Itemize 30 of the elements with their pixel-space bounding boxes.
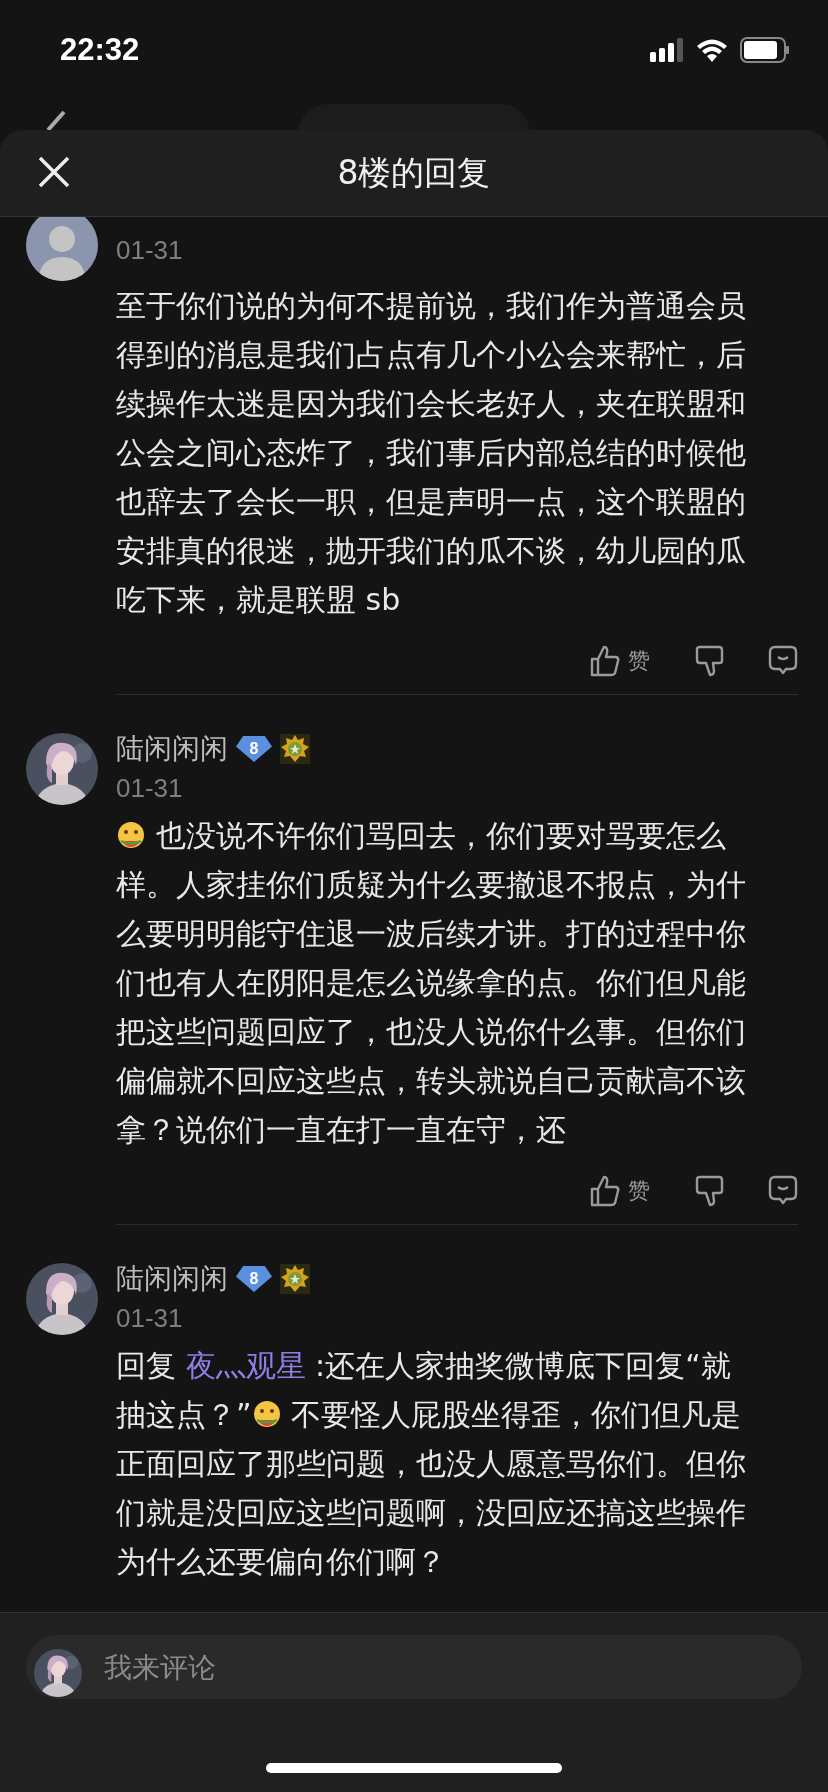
user-name[interactable]: 陆闲闲闲 [116,730,228,768]
dislike-button[interactable] [694,1175,724,1207]
medal-icon [280,1264,310,1294]
back-icon [44,110,68,130]
level-badge: 8 [236,1266,272,1292]
comment-date: 01-31 [116,1303,184,1334]
melon-face-emoji-icon [251,1400,282,1430]
comment-date: 01-31 [116,773,184,804]
comment-text: 也没说不许你们骂回去，你们要对骂要怎么样。人家挂你们质疑为什么要撤退不报点，为什么要明明能守住退一波后续才讲。打的过程中你们也有人在阴阳是怎么说缘拿的点。你们但凡能把这些问题回应了，也没人说你什么事。但你们偏偏就不回应这些点，转头就说自己贡献高不该拿？说你们一直在打一直在守，还 [116,817,747,1149]
comment-text: 回复 夜灬观星 :还在人家抽奖微博底下回复“就抽这点？” 不要怪人屁股坐得歪，你们但凡是正面回应了那些问题，也没人愿意骂你们。但你们就是没回应这些问题啊，没回应还搞这些操作为什么还要偏向你们啊？ [116,1347,747,1581]
battery-icon [740,37,790,63]
comment-input[interactable]: 我来评论 [102,1649,794,1685]
like-button[interactable]: 赞 [590,645,650,677]
default-avatar-icon [26,217,98,281]
user-mention-link[interactable]: 夜灬观星 [185,1348,306,1383]
medal-icon [280,734,310,764]
reply-button[interactable] [768,1175,798,1207]
dislike-button[interactable] [694,645,724,677]
signal-icon [650,38,684,62]
wifi-icon [696,38,728,62]
reply-button[interactable] [768,645,798,677]
sheet-title: 8楼的回复 [337,151,491,194]
like-button[interactable]: 赞 [590,1175,650,1207]
melon-face-emoji-icon [116,821,146,851]
comment-date: 01-31 [116,235,184,266]
user-name[interactable]: 陆闲闲闲 [116,1260,228,1298]
comment-text: 至于你们说的为何不提前说，我们作为普通会员得到的消息是我们占点有几个小公会来帮忙，后续操作太迷是因为我们会长老好人，夹在联盟和公会之间心态炸了，我们事后内部总结的时候他也辞去了会长一职，但是声明一点，这个联盟的安排真的很迷，抛开我们的瓜不谈，幼儿园的瓜吃下来，就是联盟 sb [116,287,747,619]
status-time: 22:32 [60,32,140,68]
comment-field[interactable]: 我来评论 [26,1635,802,1699]
level-badge: 8 [236,736,272,762]
